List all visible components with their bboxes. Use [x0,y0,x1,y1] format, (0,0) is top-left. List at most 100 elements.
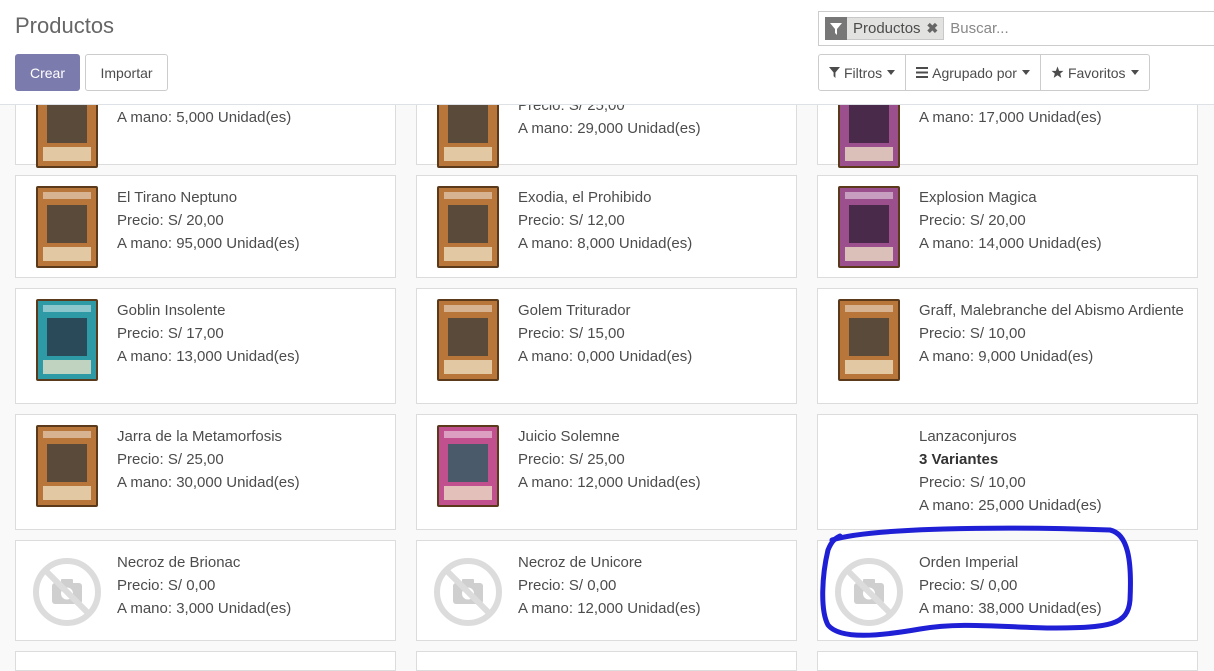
product-stock: A mano: 29,000 Unidad(es) [518,120,701,137]
product-image [36,299,98,381]
groupby-label: Agrupado por [932,64,1017,81]
filter-toolbar: Filtros Agrupado por Favoritos [818,54,1150,91]
product-card[interactable]: Exodia, el Prohibido Precio: S/ 12,00 A ma… [416,175,797,278]
product-info: A mano: 17,000 Unidad(es) [919,106,1189,129]
product-card[interactable]: Graff, Malebranche del Abismo Ardiente Pr… [817,288,1198,404]
no-image-icon [835,558,903,626]
product-price: Precio: S/ 25,00 [518,451,625,468]
facet-label: Productos [853,20,921,37]
product-price: Precio: S/ 12,00 [518,212,625,229]
product-name: Necroz de Unicore [518,554,643,571]
product-name: Exodia, el Prohibido [518,189,652,206]
product-stock: A mano: 9,000 Unidad(es) [919,348,1094,365]
product-info: Orden Imperial Precio: S/ 0,00 A mano: 38,… [919,551,1189,620]
product-card[interactable]: Explosion Magica Precio: S/ 20,00 A mano: … [817,175,1198,278]
filter-icon [829,67,840,78]
star-icon [1051,66,1064,78]
product-card[interactable]: El Tirano Neptuno Precio: S/ 20,00 A mano:… [15,175,396,278]
product-card[interactable]: Juicio Solemne Precio: S/ 25,00 A mano: 12… [416,414,797,530]
product-info: Lanzaconjuros 3 Variantes Precio: S/ 10,00… [919,425,1189,517]
product-price: Precio: S/ 25,00 [117,451,224,468]
product-stock: A mano: 25,000 Unidad(es) [919,497,1102,514]
search-bar[interactable]: Productos ✖ [818,11,1214,46]
product-price: Precio: S/ 0,00 [518,577,617,594]
filter-icon [825,17,847,40]
chevron-down-icon [1021,70,1030,75]
filters-dropdown[interactable]: Filtros [819,55,907,90]
product-info: Exodia, el Prohibido Precio: S/ 12,00 A ma… [518,186,788,255]
product-name: Necroz de Brionac [117,554,241,571]
list-icon [916,67,929,78]
search-facet: Productos ✖ [825,17,945,40]
favorites-label: Favoritos [1067,64,1126,81]
product-info: Explosion Magica Precio: S/ 20,00 A mano: … [919,186,1189,255]
product-name: Jarra de la Metamorfosis [117,428,283,445]
product-image [838,299,900,381]
page-title: Productos [15,13,115,38]
product-variants: 3 Variantes [919,451,999,468]
product-image [437,425,499,507]
product-name: El Tirano Neptuno [117,189,238,206]
product-card[interactable]: Golem Triturador Precio: S/ 15,00 A mano: … [416,288,797,404]
product-name: Goblin Insolente [117,302,226,319]
search-input[interactable] [950,20,1151,37]
product-stock: A mano: 5,000 Unidad(es) [117,109,292,126]
product-name: Lanzaconjuros [919,428,1017,445]
product-name: Explosion Magica [919,189,1037,206]
product-price: Precio: S/ 15,00 [518,325,625,342]
no-image-icon [434,558,502,626]
product-card[interactable]: Necroz de Brionac Precio: S/ 0,00 A mano: … [15,540,396,641]
product-image [838,425,900,507]
product-image [838,186,900,268]
product-info: Juicio Solemne Precio: S/ 25,00 A mano: 12… [518,425,788,494]
product-info: El Tirano Neptuno Precio: S/ 20,00 A mano:… [117,186,387,255]
product-info: A mano: 5,000 Unidad(es) [117,106,387,129]
product-stock: A mano: 8,000 Unidad(es) [518,235,693,252]
product-card[interactable]: Orden Imperial Precio: S/ 0,00 A mano: 38,… [817,540,1198,641]
chevron-down-icon [887,70,896,75]
product-stock: A mano: 0,000 Unidad(es) [518,348,693,365]
product-price: Precio: S/ 20,00 [919,212,1026,229]
product-card[interactable] [817,651,1198,671]
favorites-dropdown[interactable]: Favoritos [1041,55,1149,90]
product-stock: A mano: 13,000 Unidad(es) [117,348,300,365]
product-price: Precio: S/ 0,00 [919,577,1018,594]
product-stock: A mano: 12,000 Unidad(es) [518,474,701,491]
product-name: Graff, Malebranche del Abismo Ardiente [919,302,1184,319]
product-name: Orden Imperial [919,554,1019,571]
product-stock: A mano: 38,000 Unidad(es) [919,600,1102,617]
product-stock: A mano: 95,000 Unidad(es) [117,235,300,252]
product-card[interactable]: Precio: S/ 25,00 A mano: 29,000 Unidad(es… [416,86,797,168]
facet-remove-icon[interactable]: ✖ [927,20,944,37]
product-card[interactable] [15,651,396,671]
product-name: Golem Triturador [518,302,631,319]
product-info: Goblin Insolente Precio: S/ 17,00 A mano: … [117,299,387,368]
product-card[interactable]: A mano: 5,000 Unidad(es) [15,86,396,168]
product-card[interactable] [416,651,797,671]
product-price: Precio: S/ 17,00 [117,325,224,342]
product-card[interactable]: A mano: 17,000 Unidad(es) [817,86,1198,168]
product-card[interactable]: Necroz de Unicore Precio: S/ 0,00 A mano: … [416,540,797,641]
product-stock: A mano: 12,000 Unidad(es) [518,600,701,617]
product-info: Jarra de la Metamorfosis Precio: S/ 25,00… [117,425,387,494]
product-price: Precio: S/ 0,00 [117,577,216,594]
product-image [36,186,98,268]
product-info: Graff, Malebranche del Abismo Ardiente Pr… [919,299,1189,368]
product-stock: A mano: 30,000 Unidad(es) [117,474,300,491]
product-price: Precio: S/ 10,00 [919,325,1026,342]
product-card[interactable]: Lanzaconjuros 3 Variantes Precio: S/ 10,00… [817,414,1198,530]
product-price: Precio: S/ 10,00 [919,474,1026,491]
product-price: Precio: S/ 20,00 [117,212,224,229]
no-image-icon [33,558,101,626]
product-info: Necroz de Unicore Precio: S/ 0,00 A mano: … [518,551,788,620]
import-button[interactable]: Importar [85,54,168,91]
product-card[interactable]: Goblin Insolente Precio: S/ 17,00 A mano: … [15,288,396,404]
product-image [437,186,499,268]
product-info: Necroz de Brionac Precio: S/ 0,00 A mano: … [117,551,387,620]
product-stock: A mano: 14,000 Unidad(es) [919,235,1102,252]
control-panel: Productos Crear Importar Productos ✖ Fil… [0,0,1214,105]
chevron-down-icon [1130,70,1139,75]
groupby-dropdown[interactable]: Agrupado por [906,55,1041,90]
product-card[interactable]: Jarra de la Metamorfosis Precio: S/ 25,00… [15,414,396,530]
create-button[interactable]: Crear [15,54,80,91]
